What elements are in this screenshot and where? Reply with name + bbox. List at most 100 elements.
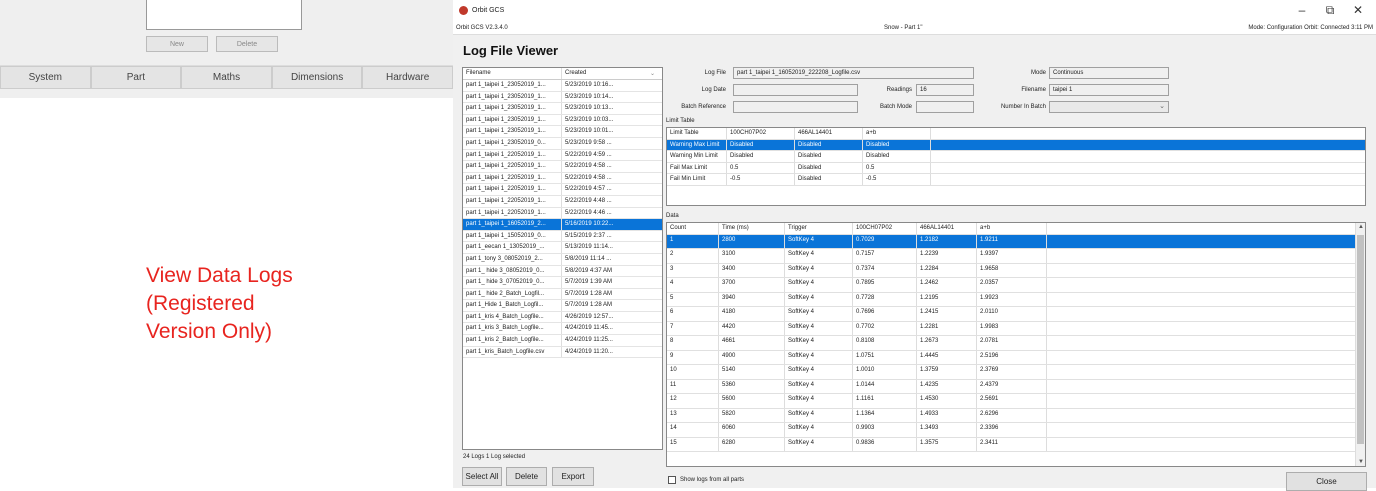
limit-table-row[interactable]: Fail Max Limit 0.5 Disabled 0.5	[667, 162, 1365, 174]
minimize-icon[interactable]: –	[1288, 3, 1316, 18]
log-list-item[interactable]: part 1_ hide 2_Batch_Logfil... 5/7/2019 1…	[463, 288, 662, 301]
data-cell: 5600	[719, 394, 785, 408]
log-list-item[interactable]: part 1_taipei 1_23052019_1... 5/23/2019 1…	[463, 91, 662, 104]
data-cell: 3940	[719, 292, 785, 306]
log-list-item[interactable]: part 1_taipei 1_16052019_2... 5/16/2019 1…	[463, 219, 662, 231]
data-cell: 3100	[719, 249, 785, 263]
log-list-item[interactable]: part 1_taipei 1_23052019_1... 5/23/2019 1…	[463, 114, 662, 127]
data-cell: 4180	[719, 307, 785, 321]
log-list-item[interactable]: part 1_taipei 1_23052019_0... 5/23/2019 9…	[463, 137, 662, 150]
table-row[interactable]: 8 4661 SoftKey 4 0.8108 1.2673 2.0781	[667, 336, 1365, 351]
limit-table[interactable]: Limit Table 100CH07P02 466AL14401 a+b Wa…	[666, 127, 1366, 206]
log-list-item[interactable]: part 1_taipei 1_22052019_1... 5/22/2019 4…	[463, 172, 662, 185]
log-filename: part 1_taipei 1_22052019_1...	[463, 184, 562, 195]
app-logo-icon	[459, 6, 468, 15]
log-list-item[interactable]: part 1_tony 3_08052019_2... 5/8/2019 11:1…	[463, 253, 662, 266]
log-list-item[interactable]: part 1_kris 4_Batch_Logfile... 4/26/2019 …	[463, 311, 662, 324]
table-row[interactable]: 5 3940 SoftKey 4 0.7728 1.2195 1.9923	[667, 292, 1365, 307]
limit-table-row[interactable]: Fail Min Limit -0.5 Disabled -0.5	[667, 174, 1365, 186]
data-cell: 4900	[719, 350, 785, 364]
table-row[interactable]: 6 4180 SoftKey 4 0.7696 1.2415 2.0110	[667, 307, 1365, 322]
scroll-down-icon[interactable]: ▼	[1356, 459, 1365, 465]
log-list-item[interactable]: part 1_ hide 3_08052019_0... 5/8/2019 4:3…	[463, 265, 662, 278]
readings-label: Readings	[886, 87, 912, 93]
table-row[interactable]: 1 2800 SoftKey 4 0.7029 1.2182 1.9211	[667, 234, 1365, 249]
log-list-item[interactable]: part 1_eecan 1_13052019_... 5/13/2019 11:…	[463, 242, 662, 254]
limit-header-cell: 100CH07P02	[727, 128, 795, 139]
log-list-item[interactable]: part 1_taipei 1_22052019_1... 5/22/2019 4…	[463, 207, 662, 220]
data-table[interactable]: Count Time (ms) Trigger 100CH07P02 466AL…	[666, 222, 1366, 467]
checkbox-box[interactable]	[668, 476, 676, 484]
log-list-item[interactable]: part 1_Hide 1_Batch_Logfil... 5/7/2019 1:…	[463, 300, 662, 312]
delete-part-button[interactable]: Delete	[216, 36, 278, 52]
select-all-button[interactable]: Select All	[462, 467, 502, 486]
table-row[interactable]: 7 4420 SoftKey 4 0.7702 1.2281 1.9983	[667, 321, 1365, 336]
log-list-item[interactable]: part 1_taipei 1_23052019_1... 5/23/2019 1…	[463, 80, 662, 92]
table-row[interactable]: 11 5360 SoftKey 4 1.0144 1.4235 2.4379	[667, 379, 1365, 394]
tab-maths[interactable]: Maths	[181, 66, 272, 89]
column-header-filename[interactable]: Filename	[463, 68, 562, 79]
data-cell: 13	[667, 408, 719, 422]
log-list-item[interactable]: part 1_taipei 1_22052019_1... 5/22/2019 4…	[463, 149, 662, 162]
log-list-item[interactable]: part 1_kris 3_Batch_Logfile... 4/24/2019 …	[463, 323, 662, 336]
status-bar: Orbit GCS V2.3.4.0 Snow - Part 1" Mode: …	[453, 21, 1376, 35]
data-cell: 2.5691	[977, 394, 1047, 408]
log-list-item[interactable]: part 1_taipei 1_15052019_0... 5/15/2019 2…	[463, 230, 662, 243]
limit-table-label: Limit Table	[666, 118, 695, 124]
data-cell: 1.4235	[917, 379, 977, 393]
delete-button[interactable]: Delete	[506, 467, 547, 486]
close-window-icon[interactable]: ✕	[1344, 3, 1372, 18]
promo-line: Version Only)	[146, 320, 273, 343]
data-cell: 5360	[719, 379, 785, 393]
log-filename: part 1_taipei 1_23052019_1...	[463, 114, 562, 126]
data-cell: SoftKey 4	[785, 263, 853, 277]
show-all-parts-checkbox[interactable]: Show logs from all parts	[668, 476, 744, 484]
log-list-item[interactable]: part 1_taipei 1_22052019_1... 5/22/2019 4…	[463, 161, 662, 173]
log-list-item[interactable]: part 1_taipei 1_23052019_1... 5/23/2019 1…	[463, 103, 662, 115]
limit-header-cell: Limit Table	[667, 128, 727, 139]
log-list-item[interactable]: part 1_kris_Batch_Logfile.csv 4/24/2019 1…	[463, 346, 662, 359]
tab-part[interactable]: Part	[90, 66, 182, 89]
table-row[interactable]: 10 5140 SoftKey 4 1.0010 1.3759 2.3769	[667, 365, 1365, 380]
table-row[interactable]: 15 6280 SoftKey 4 0.9836 1.3575 2.3411	[667, 437, 1365, 452]
table-row[interactable]: 9 4900 SoftKey 4 1.0751 1.4445 2.5196	[667, 350, 1365, 365]
restore-icon[interactable]: ⧉	[1316, 3, 1344, 18]
table-row[interactable]: 4 3700 SoftKey 4 0.7895 1.2462 2.0357	[667, 278, 1365, 293]
data-scrollbar[interactable]: ▲ ▼	[1355, 223, 1365, 466]
data-cell: 14	[667, 423, 719, 437]
column-header-created[interactable]: Created ⌄	[562, 68, 658, 79]
window-title: Orbit GCS	[472, 7, 505, 14]
limit-table-row[interactable]: Warning Max Limit Disabled Disabled Disable…	[667, 139, 1365, 151]
log-filename: part 1_taipei 1_23052019_1...	[463, 80, 562, 91]
data-cell: 7	[667, 321, 719, 335]
log-created: 5/7/2019 1:28 AM	[565, 290, 613, 297]
data-cell: 0.7029	[853, 234, 917, 248]
log-list-item[interactable]: part 1_ hide 3_07052019_0... 5/7/2019 1:3…	[463, 277, 662, 289]
table-row[interactable]: 13 5820 SoftKey 4 1.1364 1.4933 2.6296	[667, 408, 1365, 423]
scrollbar-thumb[interactable]	[1357, 235, 1364, 444]
scroll-up-icon[interactable]: ▲	[1356, 224, 1365, 230]
log-list-item[interactable]: part 1_taipei 1_22052019_1... 5/22/2019 4…	[463, 195, 662, 208]
close-button[interactable]: Close	[1286, 472, 1367, 491]
new-button[interactable]: New	[146, 36, 208, 52]
tab-dimensions[interactable]: Dimensions	[271, 66, 363, 89]
log-filename: part 1_taipei 1_22052019_1...	[463, 149, 562, 161]
table-row[interactable]: 12 5600 SoftKey 4 1.1161 1.4530 2.5691	[667, 394, 1365, 409]
tab-hardware[interactable]: Hardware	[362, 66, 453, 89]
data-cell: 1.2182	[917, 234, 977, 248]
limit-header-cell: a+b	[863, 128, 931, 139]
tab-system[interactable]: System	[0, 66, 91, 89]
data-cell: 2.3769	[977, 365, 1047, 379]
log-list-item[interactable]: part 1_taipei 1_23052019_1... 5/23/2019 1…	[463, 126, 662, 138]
table-row[interactable]: 3 3400 SoftKey 4 0.7374 1.2284 1.9658	[667, 263, 1365, 278]
limit-table-row[interactable]: Warning Min Limit Disabled Disabled Disable…	[667, 151, 1365, 163]
log-filename: part 1_eecan 1_13052019_...	[463, 242, 562, 253]
number-in-batch-select[interactable]: ⌄	[1049, 101, 1169, 113]
table-row[interactable]: 2 3100 SoftKey 4 0.7157 1.2239 1.9397	[667, 249, 1365, 264]
log-file-list[interactable]: Filename Created ⌄ part 1_taipei 1_230520…	[462, 67, 663, 450]
table-row[interactable]: 14 6060 SoftKey 4 0.9903 1.3493 2.3396	[667, 423, 1365, 438]
export-button[interactable]: Export	[552, 467, 594, 486]
limit-cell: Disabled	[863, 151, 931, 162]
log-list-item[interactable]: part 1_kris 2_Batch_Logfile... 4/24/2019 …	[463, 335, 662, 347]
log-list-item[interactable]: part 1_taipei 1_22052019_1... 5/22/2019 4…	[463, 184, 662, 196]
